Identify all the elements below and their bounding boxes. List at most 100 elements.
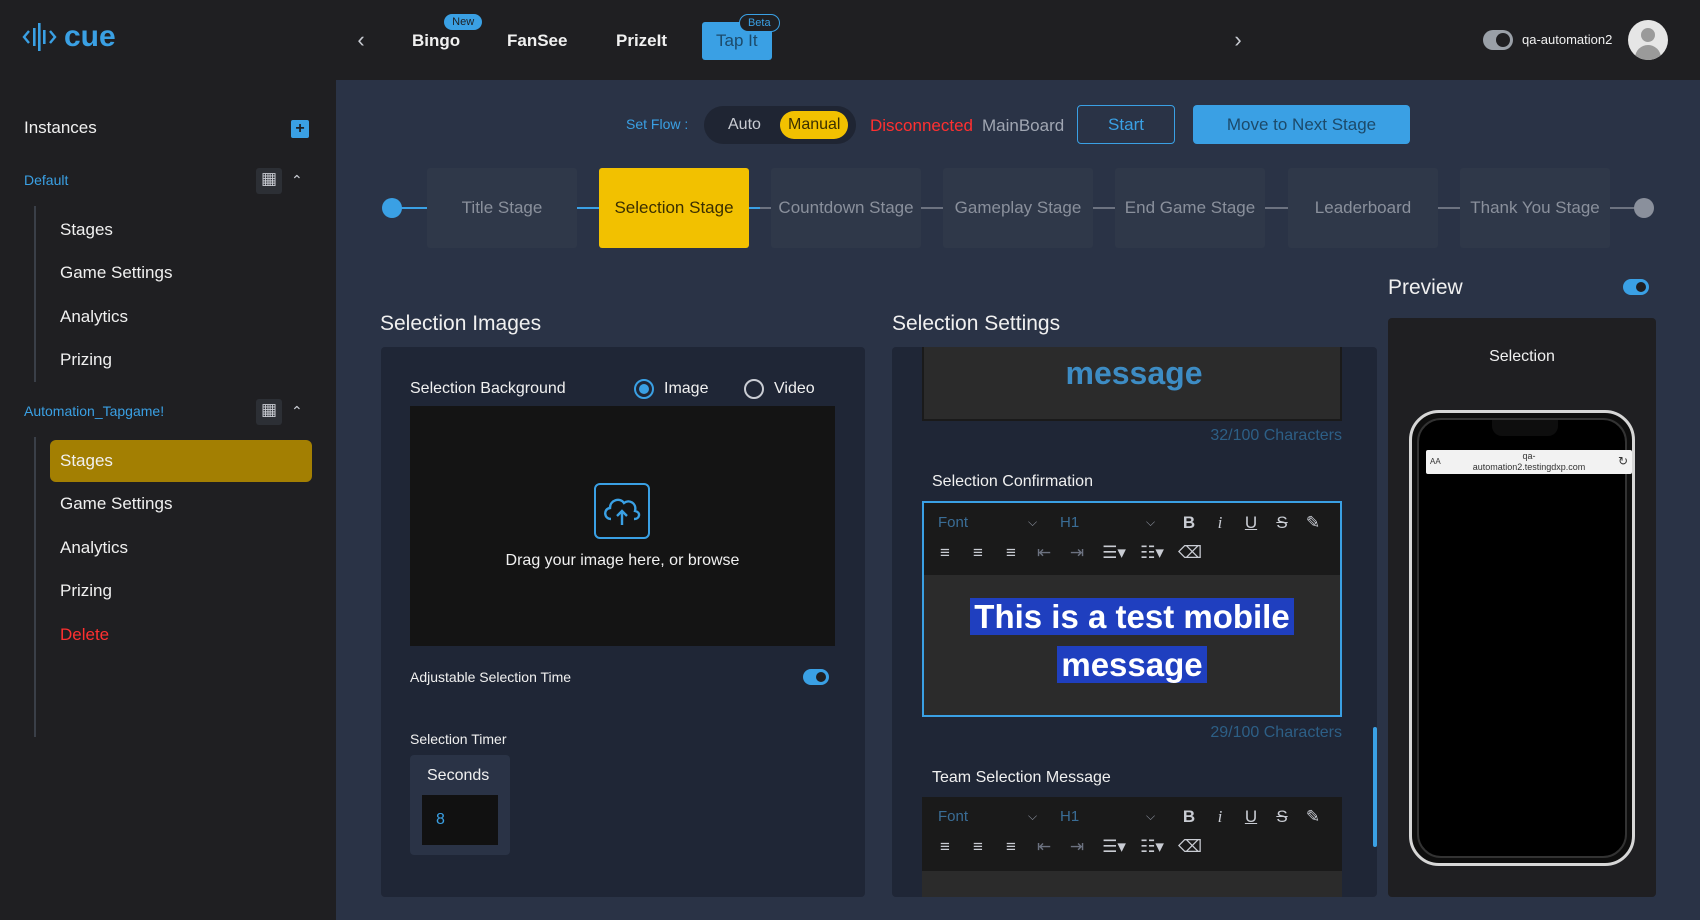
chevron-left-icon[interactable]: ‹ [349, 26, 373, 54]
app-tab-tapit[interactable]: Tap It Beta [702, 14, 780, 60]
italic-icon[interactable]: i [1209, 806, 1231, 828]
sidebar-item-stages[interactable]: Stages [50, 209, 312, 251]
highlighter-icon[interactable]: ✎ [1302, 806, 1324, 828]
align-left-icon[interactable]: ≡ [934, 542, 956, 564]
stepper-end-dot [1634, 198, 1654, 218]
app-tab-fansee[interactable]: FanSee [493, 22, 581, 60]
align-left-icon[interactable]: ≡ [934, 836, 956, 858]
sidebar-item-game-settings[interactable]: Game Settings [50, 483, 312, 525]
heading-select[interactable]: H1 [1060, 808, 1079, 825]
top-bar: cue ‹ Bingo New FanSee PrizeIt Tap It Be… [0, 0, 1700, 80]
chevron-down-icon[interactable]: ⌵ [1028, 809, 1037, 824]
flow-mode-switch[interactable]: Auto Manual [704, 106, 856, 144]
stage-gameplay[interactable]: Gameplay Stage [943, 168, 1093, 248]
indent-icon[interactable]: ⇥ [1066, 542, 1088, 564]
timer-unit-label: Seconds [427, 767, 490, 784]
eraser-icon[interactable]: ⌫ [1178, 836, 1202, 858]
set-flow-label: Set Flow : [626, 116, 689, 132]
chevron-right-icon[interactable]: › [1226, 26, 1250, 54]
strikethrough-icon[interactable]: S [1271, 512, 1293, 534]
bullet-list-icon[interactable]: ☷▾ [1136, 542, 1168, 564]
stage-title[interactable]: Title Stage [427, 168, 577, 248]
ordered-list-icon[interactable]: ☰▾ [1098, 836, 1130, 858]
image-upload-dropzone[interactable]: Drag your image here, or browse [410, 406, 835, 646]
radio-video[interactable] [744, 379, 764, 399]
url-line: qa- [1522, 451, 1536, 461]
preview-screen-title: Selection [1489, 348, 1555, 365]
sidebar-item-delete[interactable]: Delete [50, 614, 312, 656]
sidebar-item-analytics[interactable]: Analytics [50, 527, 312, 569]
outdent-icon[interactable]: ⇤ [1033, 542, 1055, 564]
add-instance-button[interactable]: + [291, 120, 309, 138]
indent-icon[interactable]: ⇥ [1066, 836, 1088, 858]
radio-video-label: Video [774, 380, 815, 397]
app-tab-bingo[interactable]: Bingo New [398, 14, 483, 60]
avatar[interactable] [1628, 20, 1668, 60]
bold-icon[interactable]: B [1178, 806, 1200, 828]
ordered-list-icon[interactable]: ☰▾ [1098, 542, 1130, 564]
font-select[interactable]: Font [938, 808, 968, 825]
stage-thank-you[interactable]: Thank You Stage [1460, 168, 1610, 248]
chevron-down-icon[interactable]: ⌵ [1146, 809, 1155, 824]
timer-seconds-input[interactable] [422, 795, 498, 845]
sidebar-item-game-settings[interactable]: Game Settings [50, 252, 312, 294]
team-selection-label: Team Selection Message [932, 769, 1111, 786]
chevron-up-icon[interactable]: ⌃ [291, 403, 303, 420]
brand-name: cue [64, 20, 116, 53]
align-right-icon[interactable]: ≡ [1000, 836, 1022, 858]
stage-end-game[interactable]: End Game Stage [1115, 168, 1265, 248]
stepper-start-dot [382, 198, 402, 218]
outdent-icon[interactable]: ⇤ [1033, 836, 1055, 858]
stage-countdown[interactable]: Countdown Stage [771, 168, 921, 248]
next-stage-button[interactable]: Move to Next Stage [1193, 105, 1410, 144]
audio-wave-icon [22, 23, 57, 51]
start-button[interactable]: Start [1077, 105, 1175, 144]
heading-select[interactable]: H1 [1060, 514, 1079, 531]
qr-code-icon[interactable] [256, 399, 282, 425]
underline-icon[interactable]: U [1240, 512, 1262, 534]
team-message-editor[interactable]: Font ⌵ H1 ⌵ B i U S ✎ ≡ ≡ ≡ ⇤ ⇥ ☰▾ ☷▾ ⌫ [922, 797, 1342, 897]
bold-icon[interactable]: B [1178, 512, 1200, 534]
stage-selection[interactable]: Selection Stage [599, 168, 749, 248]
sidebar-item-prizing[interactable]: Prizing [50, 570, 312, 612]
flow-option-auto[interactable]: Auto [720, 111, 769, 139]
board-name: MainBoard [982, 116, 1065, 135]
theme-toggle[interactable] [1483, 30, 1513, 50]
message-text: message [1065, 355, 1203, 391]
align-right-icon[interactable]: ≡ [1000, 542, 1022, 564]
new-badge: New [444, 14, 483, 30]
app-tab-prizeit[interactable]: PrizeIt [602, 22, 681, 60]
chevron-down-icon[interactable]: ⌵ [1146, 515, 1155, 530]
preview-toggle[interactable] [1623, 279, 1649, 295]
align-center-icon[interactable]: ≡ [967, 542, 989, 564]
sidebar-item-prizing[interactable]: Prizing [50, 339, 312, 381]
stage-leaderboard[interactable]: Leaderboard [1288, 168, 1438, 248]
settings-scrollbar[interactable] [1373, 727, 1377, 847]
instance-default[interactable]: Default [24, 172, 68, 188]
sidebar-item-stages[interactable]: Stages [50, 440, 312, 482]
font-select[interactable]: Font [938, 514, 968, 531]
chevron-up-icon[interactable]: ⌃ [291, 172, 303, 189]
flow-option-manual[interactable]: Manual [780, 111, 849, 139]
confirmation-editor-body[interactable]: This is a test mobile message [924, 575, 1340, 715]
highlighter-icon[interactable]: ✎ [1302, 512, 1324, 534]
editor-toolbar-row: ≡ ≡ ≡ ⇤ ⇥ ☰▾ ☷▾ ⌫ [924, 539, 1340, 567]
underline-icon[interactable]: U [1240, 806, 1262, 828]
character-count: 29/100 Characters [1210, 724, 1342, 741]
qr-code-icon[interactable] [256, 168, 282, 194]
confirmation-editor[interactable]: Font ⌵ H1 ⌵ B i U S ✎ ≡ ≡ ≡ ⇤ ⇥ ☰▾ ☷▾ ⌫ … [922, 501, 1342, 717]
strikethrough-icon[interactable]: S [1271, 806, 1293, 828]
sidebar-item-analytics[interactable]: Analytics [50, 296, 312, 338]
instance-automation-tapgame[interactable]: Automation_Tapgame! [24, 403, 164, 419]
chevron-down-icon[interactable]: ⌵ [1028, 515, 1037, 530]
radio-image[interactable] [634, 379, 654, 399]
italic-icon[interactable]: i [1209, 512, 1231, 534]
cue-logo[interactable]: cue [22, 20, 116, 54]
adjustable-time-toggle[interactable] [803, 669, 829, 685]
eraser-icon[interactable]: ⌫ [1178, 542, 1202, 564]
align-center-icon[interactable]: ≡ [967, 836, 989, 858]
app-tab-label: FanSee [507, 31, 568, 50]
message-editor-body[interactable]: message [922, 347, 1342, 421]
bullet-list-icon[interactable]: ☷▾ [1136, 836, 1168, 858]
team-editor-body[interactable] [922, 871, 1342, 897]
